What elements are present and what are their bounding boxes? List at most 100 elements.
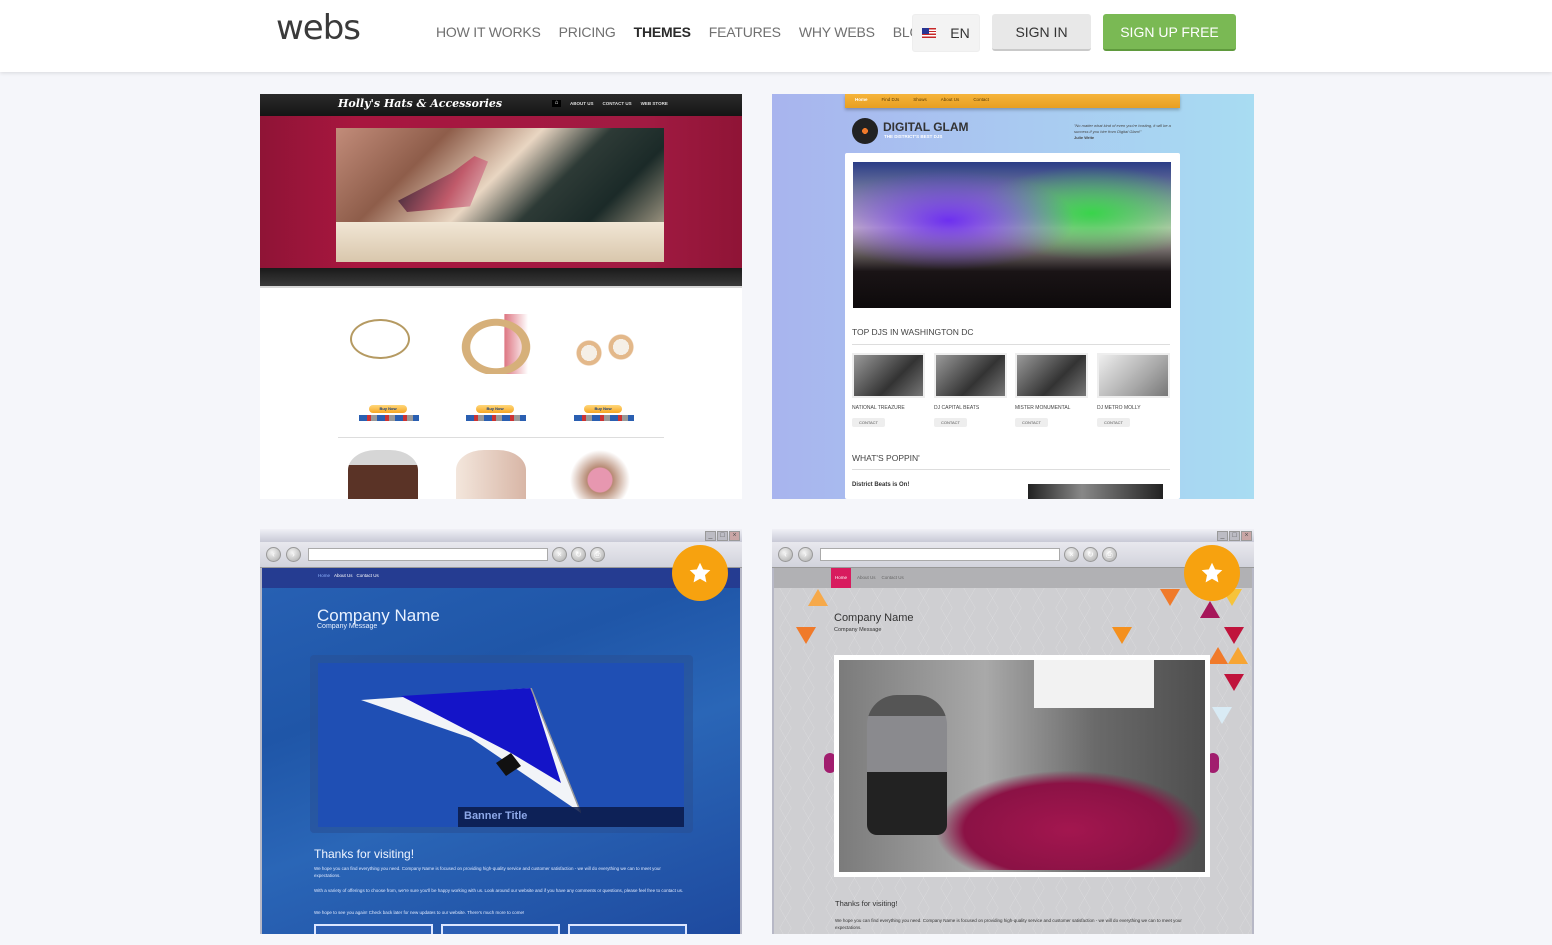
contact-button: CONTACT bbox=[934, 418, 967, 427]
dj-photo bbox=[934, 353, 1007, 398]
feature-box bbox=[568, 924, 687, 934]
forward-icon: › bbox=[286, 547, 301, 562]
dj-photo bbox=[852, 353, 925, 398]
language-selector[interactable]: EN bbox=[912, 14, 980, 52]
decor-triangle bbox=[808, 589, 828, 606]
us-flag-icon bbox=[922, 28, 937, 38]
softbox-light bbox=[1034, 660, 1154, 708]
stop-icon: × bbox=[552, 547, 567, 562]
close-icon: × bbox=[729, 531, 740, 541]
dj-photo bbox=[1015, 353, 1088, 398]
stop-icon: × bbox=[1064, 547, 1079, 562]
body-paragraph: We hope to see you again! Check back lat… bbox=[314, 910, 525, 915]
divider bbox=[852, 469, 1170, 470]
theme-preview-nav: Home About Us Contact Us bbox=[774, 568, 1252, 588]
close-icon: × bbox=[1241, 531, 1252, 541]
dresser-image bbox=[336, 222, 664, 262]
news-title: District Beats is On! bbox=[852, 482, 910, 488]
browser-title-bar: _ □ × bbox=[772, 529, 1254, 542]
product-necklace bbox=[342, 314, 422, 374]
home-icon: ⌂ bbox=[552, 100, 561, 107]
nav-features[interactable]: FEATURES bbox=[709, 24, 781, 40]
nav-pricing[interactable]: PRICING bbox=[559, 24, 616, 40]
theme-preview-header: Holly's Hats & Accessories ⌂ ABOUT US CO… bbox=[260, 94, 742, 116]
refresh-icon: ↻ bbox=[1083, 547, 1098, 562]
sign-in-button[interactable]: SIGN IN bbox=[992, 14, 1091, 51]
company-name: Company Name bbox=[834, 612, 914, 624]
theme-preview-bar bbox=[260, 268, 742, 288]
theme-card-blue-company[interactable]: _ □ × ‹ › × ↻ ⎙ Home About Us Contact Us… bbox=[260, 529, 742, 934]
news-image bbox=[1028, 484, 1163, 499]
hang-glider-image bbox=[318, 663, 684, 827]
theme-preview-hero-image bbox=[336, 128, 664, 262]
company-message: Company Message bbox=[834, 627, 882, 633]
divider bbox=[852, 344, 1170, 345]
decor-triangle bbox=[1208, 647, 1228, 664]
maximize-icon: □ bbox=[717, 531, 728, 541]
hang-glider-graphic bbox=[361, 688, 581, 814]
sign-up-free-button[interactable]: SIGN UP FREE bbox=[1103, 14, 1236, 51]
browser-toolbar: ‹ › × ↻ ⎙ bbox=[772, 542, 1254, 568]
preview-nav-item: Find DJs bbox=[881, 97, 900, 102]
window-controls: _ □ × bbox=[1217, 531, 1252, 541]
window-controls: _ □ × bbox=[705, 531, 740, 541]
payment-cards-icon bbox=[574, 415, 634, 421]
nav-how-it-works[interactable]: HOW IT WORKS bbox=[436, 24, 541, 40]
print-icon: ⎙ bbox=[590, 547, 605, 562]
thanks-heading: Thanks for visiting! bbox=[835, 899, 898, 908]
payment-cards-icon bbox=[466, 415, 526, 421]
buy-now-button: Buy Now bbox=[476, 405, 514, 413]
preview-nav-item: Shows bbox=[913, 97, 927, 102]
product-bracelet bbox=[456, 314, 536, 374]
vinyl-record-icon bbox=[852, 118, 878, 144]
decor-triangle bbox=[1200, 601, 1220, 618]
club-hero-image bbox=[853, 162, 1171, 308]
company-message: Company Message bbox=[317, 623, 378, 630]
theme-card-triangle-company[interactable]: _ □ × ‹ › × ↻ ⎙ Home About Us Contact Us… bbox=[772, 529, 1254, 934]
section-title: WHAT'S POPPIN' bbox=[852, 453, 920, 463]
dj-photo bbox=[1097, 353, 1170, 398]
decor-triangle bbox=[1160, 589, 1180, 606]
quote-text: "No matter what kind of even you're host… bbox=[1074, 123, 1171, 134]
main-nav: HOW IT WORKS PRICING THEMES FEATURES WHY… bbox=[436, 24, 949, 40]
preview-nav-item: Contact bbox=[973, 97, 989, 102]
shoe-image bbox=[398, 156, 488, 212]
photographer-figure bbox=[867, 695, 947, 835]
nav-why-webs[interactable]: WHY WEBS bbox=[799, 24, 875, 40]
address-bar bbox=[820, 548, 1060, 561]
back-icon: ‹ bbox=[266, 547, 281, 562]
feature-box bbox=[441, 924, 560, 934]
theme-card-digital-glam[interactable]: Home Find DJs Shows About Us Contact DIG… bbox=[772, 94, 1254, 499]
dj-name: MISTER MONUMENTAL bbox=[1015, 405, 1071, 411]
payment-cards-icon bbox=[359, 415, 419, 421]
preview-nav-item: CONTACT US bbox=[602, 101, 632, 106]
body-paragraph: With a variety of offerings to choose fr… bbox=[314, 888, 684, 893]
buy-now-button: Buy Now bbox=[369, 405, 407, 413]
preview-nav-item: Home bbox=[855, 97, 868, 102]
browser-toolbar: ‹ › × ↻ ⎙ bbox=[260, 542, 742, 568]
language-code: EN bbox=[950, 25, 970, 41]
top-navigation-bar: webs HOW IT WORKS PRICING THEMES FEATURE… bbox=[0, 0, 1552, 72]
dj-name: DJ METRO MOLLY bbox=[1097, 405, 1141, 411]
decor-triangle bbox=[1112, 627, 1132, 644]
decor-triangle bbox=[796, 627, 816, 644]
theme-preview-panel: TOP DJS IN WASHINGTON DC NATIONAL TREAZU… bbox=[845, 153, 1180, 499]
feature-box bbox=[314, 924, 433, 934]
preview-nav-item: About Us bbox=[940, 97, 960, 102]
product-heels bbox=[456, 450, 526, 499]
buy-now-button: Buy Now bbox=[584, 405, 622, 413]
product-earrings bbox=[565, 314, 645, 374]
star-icon bbox=[689, 562, 711, 583]
nav-themes[interactable]: THEMES bbox=[634, 24, 691, 40]
theme-card-hollys-hats[interactable]: Holly's Hats & Accessories ⌂ ABOUT US CO… bbox=[260, 94, 742, 499]
dj-name: DJ CAPITAL BEATS bbox=[934, 405, 980, 411]
webs-logo[interactable]: webs bbox=[276, 8, 361, 48]
thanks-heading: Thanks for visiting! bbox=[314, 847, 415, 861]
theme-preview-nav: Home About Us Contact Us bbox=[262, 568, 740, 588]
contact-button: CONTACT bbox=[1015, 418, 1048, 427]
decor-triangle bbox=[1212, 707, 1232, 724]
preview-nav-item: About Us bbox=[334, 573, 353, 578]
contact-button: CONTACT bbox=[1097, 418, 1130, 427]
address-bar bbox=[308, 548, 548, 561]
theme-preview-quote: "No matter what kind of even you're host… bbox=[1074, 123, 1174, 141]
